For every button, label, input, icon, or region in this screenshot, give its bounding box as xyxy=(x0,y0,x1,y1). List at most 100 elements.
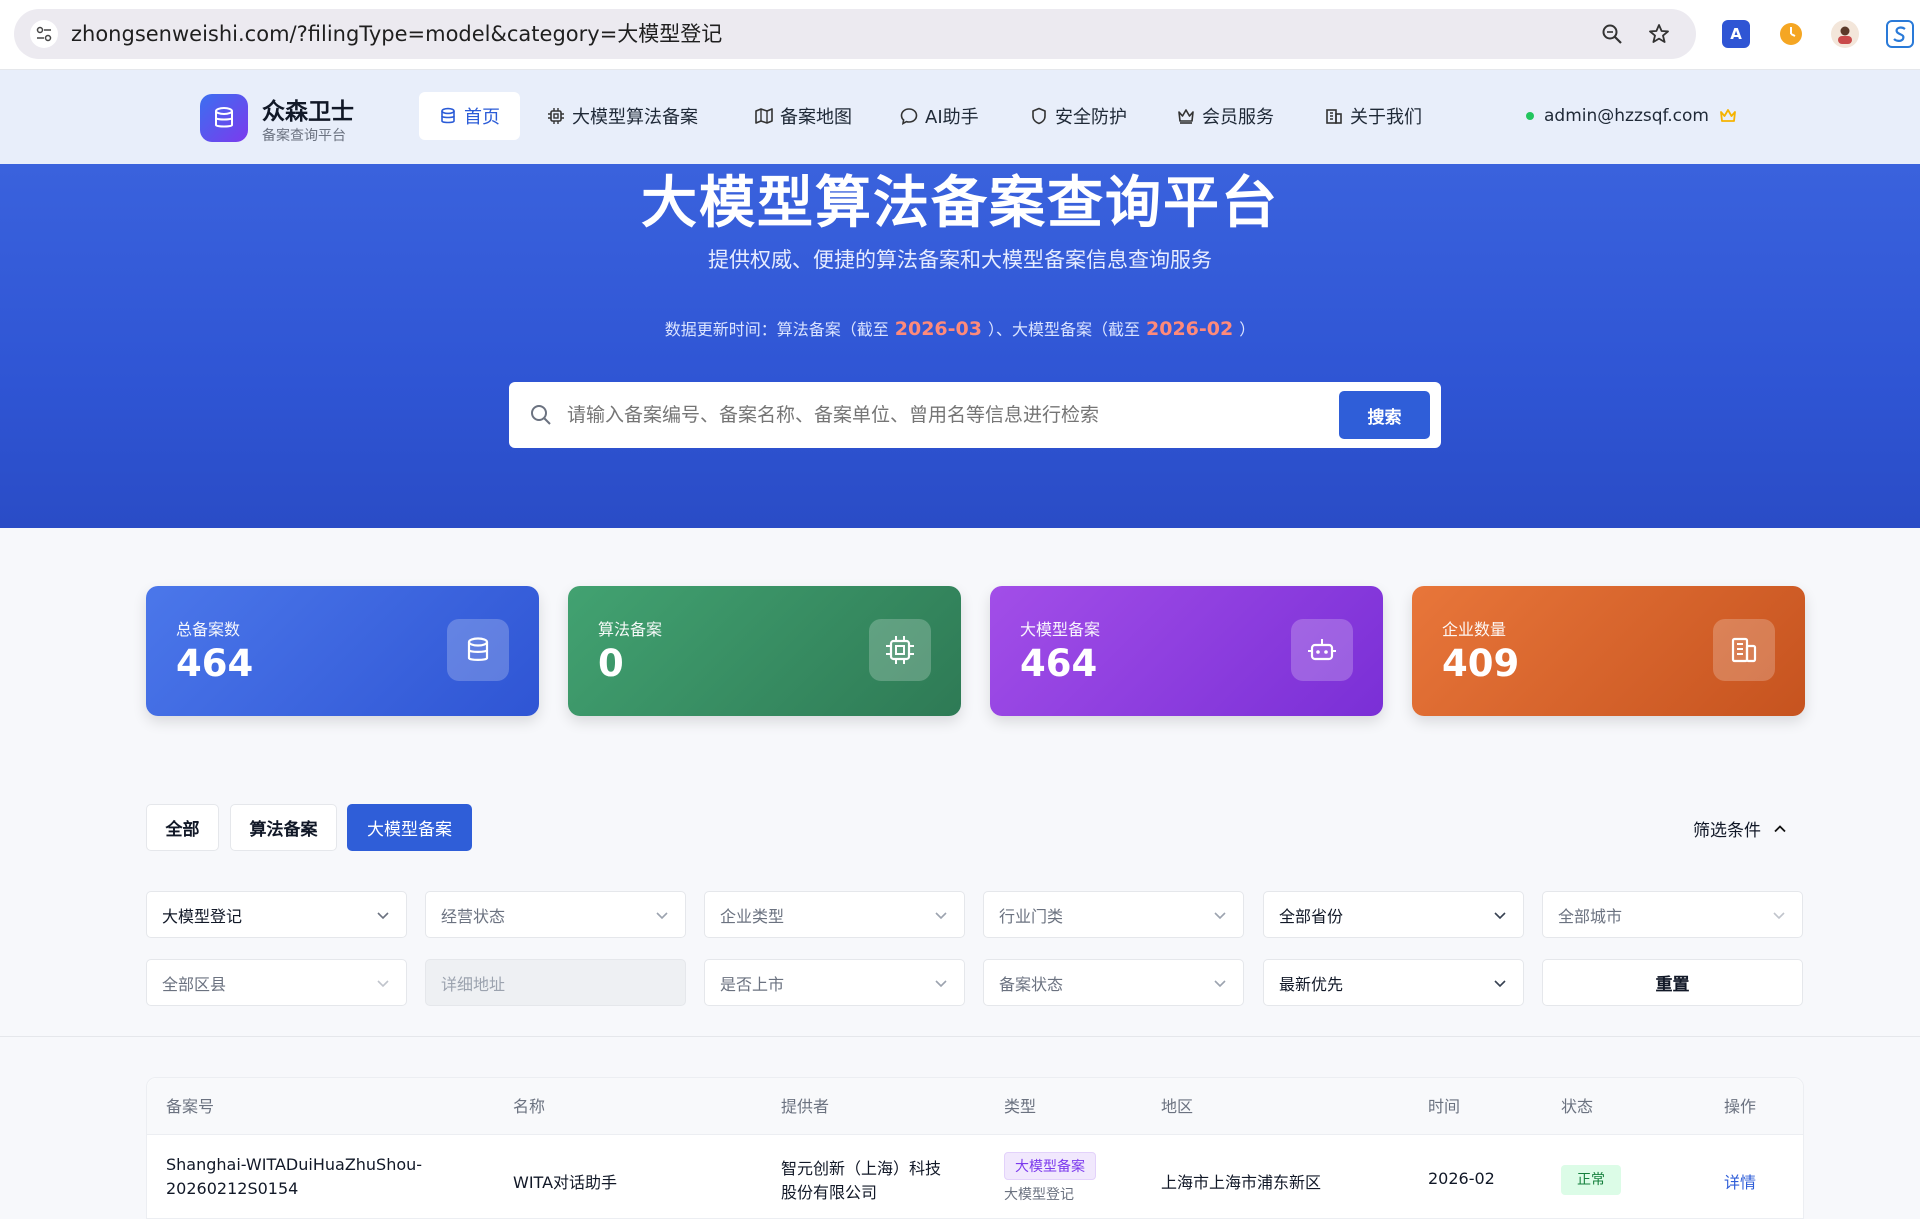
type-sub: 大模型登记 xyxy=(1004,1187,1074,1203)
stat-label: 企业数量 xyxy=(1442,620,1507,639)
update-prefix: 数据更新时间：算法备案（截至 xyxy=(664,320,889,339)
stat-label: 总备案数 xyxy=(176,620,241,639)
select-value: 全部城市 xyxy=(1558,906,1623,926)
building-icon xyxy=(1326,109,1342,124)
chip-icon xyxy=(548,108,564,124)
search-input[interactable] xyxy=(567,395,1327,435)
filings-table: 备案号 名称 提供者 类型 地区 时间 状态 操作 Shanghai-WITAD… xyxy=(146,1077,1804,1219)
filter-toggle[interactable]: 筛选条件 xyxy=(1693,816,1787,841)
stat-value: 464 xyxy=(176,642,254,685)
tab-algorithm[interactable]: 算法备案 xyxy=(230,804,337,851)
select-value: 最新优先 xyxy=(1279,974,1344,994)
section-divider xyxy=(0,1036,1920,1037)
user-email[interactable]: admin@hzzsqf.com xyxy=(1544,106,1709,126)
url-text[interactable]: zhongsenweishi.com/?filingType=model&cat… xyxy=(71,9,722,59)
timer-extension-icon[interactable] xyxy=(1777,20,1805,48)
nav-ai-assistant-label: AI助手 xyxy=(925,107,979,128)
industry-select[interactable]: 行业门类 xyxy=(983,891,1244,938)
chevron-down-icon xyxy=(1494,912,1506,920)
nav-membership[interactable]: 会员服务 xyxy=(1157,92,1294,140)
col-header-action: 操作 xyxy=(1724,1097,1757,1116)
detail-link[interactable]: 详情 xyxy=(1724,1169,1756,1193)
update-mid: ）、大模型备案（截至 xyxy=(987,320,1140,339)
nav-model-algorithm[interactable]: 大模型算法备案 xyxy=(527,92,718,140)
district-select[interactable]: 全部区县 xyxy=(146,959,407,1006)
hero-title: 大模型算法备案查询平台 xyxy=(641,171,1279,236)
nav-ai-assistant[interactable]: AI助手 xyxy=(880,92,999,140)
nav-security[interactable]: 安全防护 xyxy=(1010,92,1147,140)
select-value: 经营状态 xyxy=(441,906,506,926)
col-header-status: 状态 xyxy=(1561,1097,1594,1116)
category-select[interactable]: 大模型登记 xyxy=(146,891,407,938)
provider-line2: 股份有限公司 xyxy=(781,1183,878,1202)
address-bar[interactable]: zhongsenweishi.com/?filingType=model&cat… xyxy=(14,9,1696,59)
address-input[interactable]: 详细地址 xyxy=(425,959,686,1006)
nav-filing-map-label: 备案地图 xyxy=(780,107,852,128)
chevron-down-icon xyxy=(1494,980,1506,988)
extension-s-icon[interactable] xyxy=(1886,20,1914,48)
chip-icon xyxy=(869,619,931,681)
city-select[interactable]: 全部城市 xyxy=(1542,891,1803,938)
tab-all[interactable]: 全部 xyxy=(146,804,219,851)
stat-card-algorithm[interactable]: 算法备案 0 xyxy=(568,586,961,716)
filing-time: 2026-02 xyxy=(1428,1169,1495,1188)
top-navigation: 众森卫士 备案查询平台 首页 大模型算法备案 备案地图 AI助手 安全防护 会员… xyxy=(0,70,1920,164)
col-header-region: 地区 xyxy=(1161,1097,1194,1116)
chevron-down-icon xyxy=(377,912,389,920)
hero-banner: 大模型算法备案查询平台 提供权威、便捷的算法备案和大模型备案信息查询服务 数据更… xyxy=(0,164,1920,528)
stat-card-enterprise[interactable]: 企业数量 409 xyxy=(1412,586,1805,716)
search-button[interactable]: 搜索 xyxy=(1339,391,1430,439)
filing-id-line1: Shanghai-WITADuiHuaZhuShou- xyxy=(166,1155,423,1174)
enterprise-type-select[interactable]: 企业类型 xyxy=(704,891,965,938)
vip-crown-icon xyxy=(1720,109,1736,122)
stat-card-total[interactable]: 总备案数 464 xyxy=(146,586,539,716)
crown-icon xyxy=(1178,109,1194,124)
chevron-up-icon xyxy=(1774,824,1786,832)
listed-select[interactable]: 是否上市 xyxy=(704,959,965,1006)
nav-filing-map[interactable]: 备案地图 xyxy=(735,92,872,140)
filing-name: WITA对话助手 xyxy=(513,1173,618,1192)
provider-line1: 智元创新（上海）科技 xyxy=(781,1159,942,1178)
nav-home-label: 首页 xyxy=(464,107,500,128)
reset-button[interactable]: 重置 xyxy=(1542,959,1803,1006)
database-icon xyxy=(447,619,509,681)
bookmark-star-icon[interactable] xyxy=(1646,21,1672,47)
province-select[interactable]: 全部省份 xyxy=(1263,891,1524,938)
col-header-time: 时间 xyxy=(1428,1097,1461,1116)
nav-home[interactable]: 首页 xyxy=(419,92,520,140)
zoom-icon[interactable] xyxy=(1599,21,1625,47)
logo-database-icon[interactable] xyxy=(200,94,248,142)
select-value: 大模型登记 xyxy=(162,906,243,926)
profile-avatar-icon[interactable] xyxy=(1831,20,1859,48)
search-box: 搜索 xyxy=(509,382,1441,448)
brand-title[interactable]: 众森卫士 xyxy=(262,92,354,126)
business-status-select[interactable]: 经营状态 xyxy=(425,891,686,938)
select-value: 企业类型 xyxy=(720,906,785,926)
stat-card-large-model[interactable]: 大模型备案 464 xyxy=(990,586,1383,716)
site-info-icon[interactable] xyxy=(30,20,58,48)
tab-large-model[interactable]: 大模型备案 xyxy=(347,804,472,851)
filing-id-line2: 20260212S0154 xyxy=(166,1179,299,1198)
filing-status-select[interactable]: 备案状态 xyxy=(983,959,1244,1006)
algo-update-date: 2026-03 xyxy=(894,318,982,340)
chat-bubble-icon xyxy=(900,108,918,125)
select-value: 是否上市 xyxy=(720,974,785,994)
robot-icon xyxy=(1291,619,1353,681)
stat-label: 大模型备案 xyxy=(1020,620,1101,639)
translate-extension-icon[interactable]: A xyxy=(1722,20,1750,48)
search-icon xyxy=(531,405,551,425)
type-badge: 大模型备案 xyxy=(1004,1152,1096,1180)
user-account[interactable]: admin@hzzsqf.com xyxy=(1526,106,1737,126)
col-header-provider: 提供者 xyxy=(781,1097,830,1116)
select-value: 备案状态 xyxy=(999,974,1064,994)
building-icon xyxy=(1713,619,1775,681)
col-header-id: 备案号 xyxy=(166,1097,215,1116)
nav-model-algorithm-label: 大模型算法备案 xyxy=(572,107,698,128)
sort-select[interactable]: 最新优先 xyxy=(1263,959,1524,1006)
database-icon xyxy=(441,107,455,124)
stat-value: 464 xyxy=(1020,642,1098,685)
map-icon xyxy=(755,108,773,124)
nav-security-label: 安全防护 xyxy=(1055,107,1127,128)
nav-about[interactable]: 关于我们 xyxy=(1305,92,1442,140)
online-status-dot xyxy=(1526,112,1534,120)
